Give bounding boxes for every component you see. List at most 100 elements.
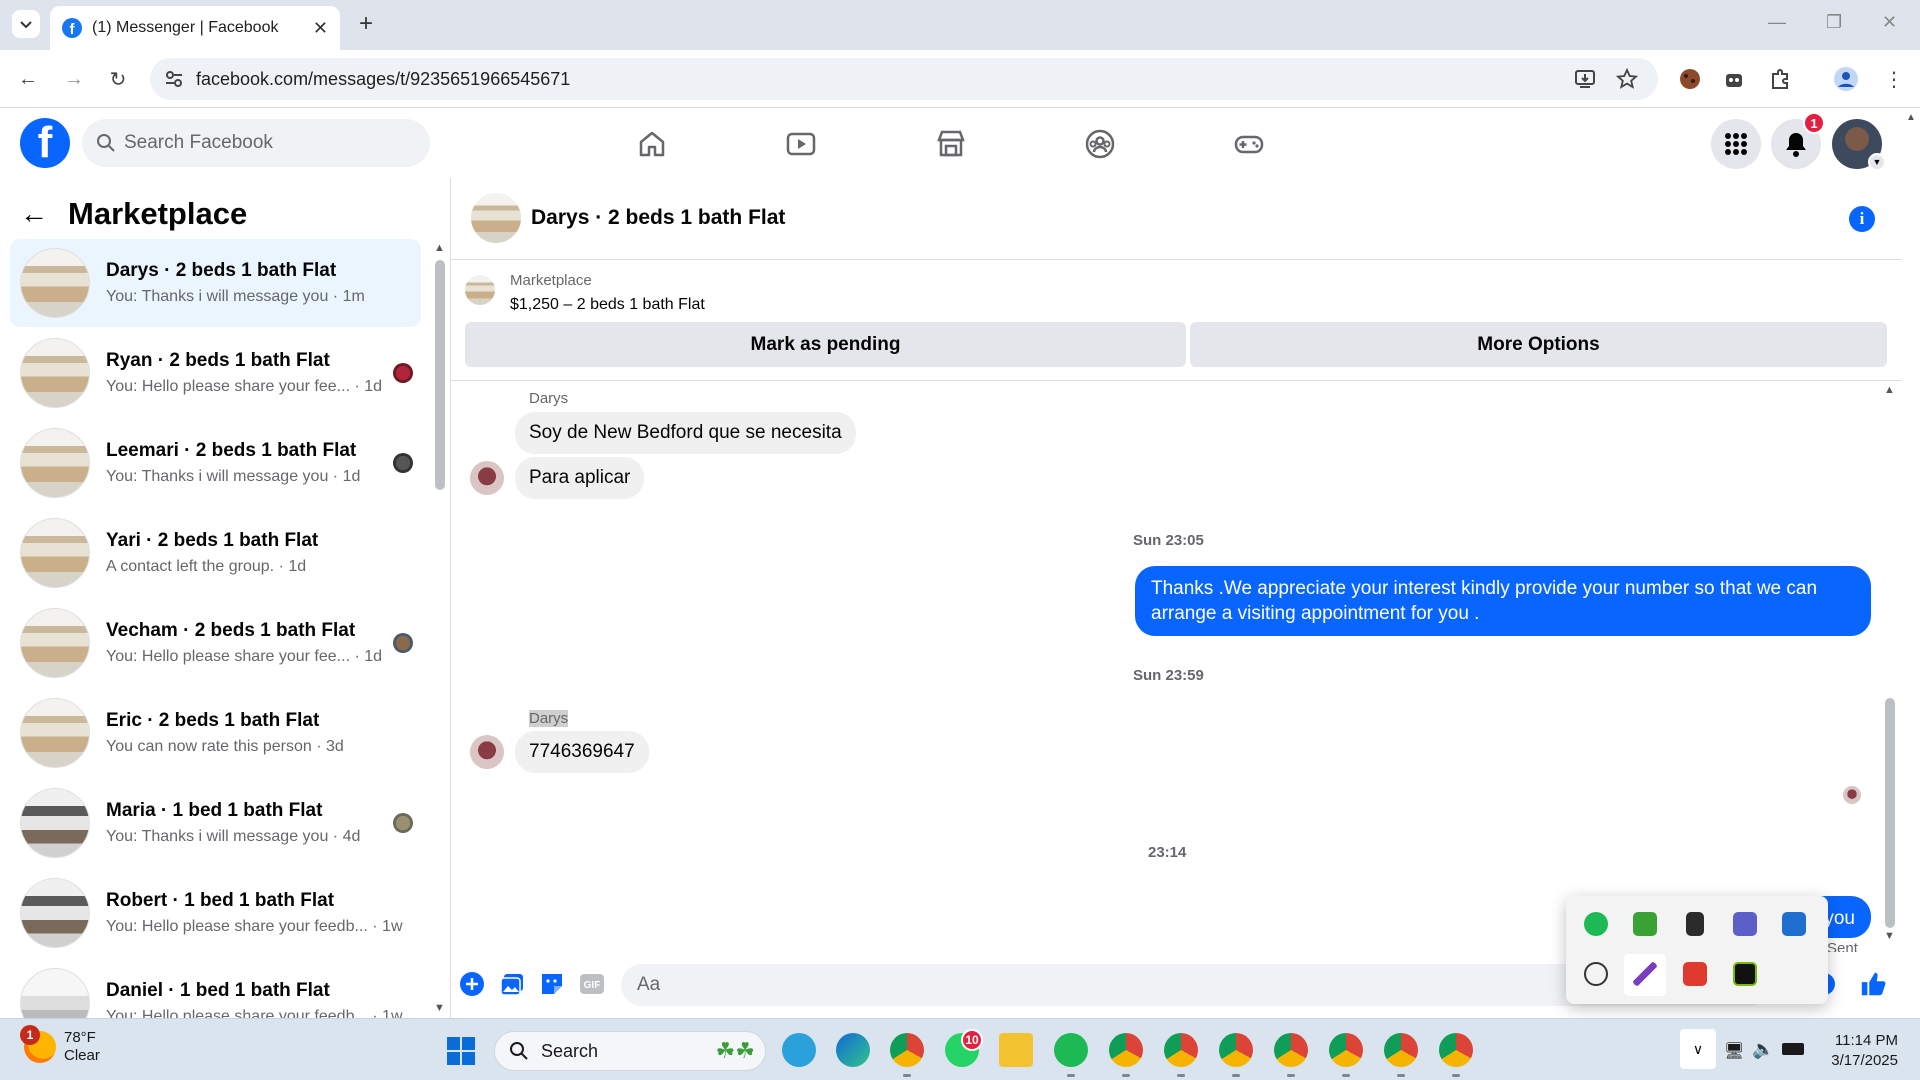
mark-as-pending-button[interactable]: Mark as pending [465,322,1186,367]
add-more-icon[interactable] [458,970,486,998]
conversation-name: Eric · 2 beds 1 bath Flat [106,710,320,731]
chevron-down-icon: ▼ [1868,153,1886,171]
menu-kebab-icon[interactable]: ⋮ [1880,65,1908,93]
network-icon[interactable]: 🖥 [1724,1041,1744,1061]
minimize-icon[interactable]: — [1768,12,1786,33]
message-thread: Darys Soy de New Bedford que se necesita… [451,382,1902,952]
listing-price[interactable]: $1,250 – 2 beds 1 bath Flat [510,296,705,314]
facebook-search-input[interactable] [124,119,414,167]
nav-gaming-icon[interactable] [1227,122,1271,166]
file-explorer-icon[interactable] [999,1033,1033,1067]
conversation-item[interactable]: Robert · 1 bed 1 bath Flat You: Hello pl… [10,869,421,957]
incoming-message[interactable]: Soy de New Bedford que se necesita [515,412,856,454]
listing-thumbnail [20,428,90,498]
new-tab-button[interactable]: + [352,10,380,38]
account-avatar[interactable]: ▼ [1832,119,1886,171]
defender-icon[interactable] [1782,912,1806,936]
chrome-icon[interactable] [1439,1033,1473,1067]
menu-grid-button[interactable] [1711,119,1761,169]
extensions-puzzle-icon[interactable] [1766,65,1794,93]
facebook-search[interactable] [82,119,430,167]
scroll-down-arrow[interactable]: ▼ [434,1002,445,1014]
scroll-up-arrow[interactable]: ▲ [1884,384,1895,396]
info-icon[interactable]: i [1849,206,1875,232]
chat-title[interactable]: Darys · 2 beds 1 bath Flat [531,206,785,230]
robot-extension-icon[interactable] [1720,65,1748,93]
tray-overflow-chevron-icon[interactable]: ∨ [1680,1029,1716,1069]
tab-search-button[interactable] [12,10,40,38]
chrome-icon[interactable] [1329,1033,1363,1067]
gif-icon[interactable]: GIF [578,970,606,998]
nav-home-icon[interactable] [630,122,674,166]
reload-icon[interactable]: ↻ [104,65,132,93]
outgoing-message[interactable]: Thanks .We appreciate your interest kind… [1135,566,1871,636]
facebook-logo-icon[interactable]: f [20,118,70,168]
scroll-down-arrow[interactable]: ▼ [1884,930,1895,942]
seen-avatar [393,633,413,653]
spotify-icon[interactable] [1584,912,1608,936]
site-info-icon[interactable] [164,69,184,89]
panel-header: ← Marketplace [20,194,247,234]
bookmark-star-icon[interactable] [1616,68,1638,90]
spotify-icon[interactable] [1054,1033,1088,1067]
chrome-icon[interactable] [1274,1033,1308,1067]
chrome-icon[interactable] [1164,1033,1198,1067]
cookie-extension-icon[interactable] [1676,65,1704,93]
anydesk-icon[interactable] [1683,962,1707,986]
page-scrollbar[interactable]: ▲ [1902,108,1920,1018]
close-window-icon[interactable]: ✕ [1882,12,1897,33]
pen-icon[interactable] [1633,962,1657,986]
back-arrow-icon[interactable]: ← [20,198,48,230]
scroll-up-arrow[interactable]: ▲ [434,242,445,254]
chat-listing-thumbnail[interactable] [471,193,521,243]
sticker-icon[interactable] [538,970,566,998]
chat-scrollbar[interactable] [1885,698,1895,928]
restore-icon[interactable]: ❐ [1826,12,1842,33]
listing-thumbnail[interactable] [465,275,495,305]
address-bar[interactable]: facebook.com/messages/t/9235651966545671 [150,58,1658,100]
chrome-icon[interactable] [1109,1033,1143,1067]
chrome-profile-icon[interactable] [890,1033,924,1067]
edge-icon[interactable] [836,1033,870,1067]
chrome-icon[interactable] [1384,1033,1418,1067]
close-tab-icon[interactable]: ✕ [313,18,328,39]
timestamp: 23:14 [1148,844,1187,861]
profile-icon[interactable] [1832,65,1860,93]
conversation-item[interactable]: Yari · 2 beds 1 bath Flat A contact left… [10,509,421,597]
conversation-item[interactable]: Ryan · 2 beds 1 bath Flat You: Hello ple… [10,329,421,417]
taskbar-search[interactable]: Search ☘☘ [494,1031,766,1071]
security-check-icon[interactable] [1633,912,1657,936]
weather-widget[interactable]: 1 78°F Clear [20,1025,100,1065]
browser-tab[interactable]: f (1) Messenger | Facebook ✕ [50,6,340,50]
more-options-button[interactable]: More Options [1190,322,1887,367]
battery-icon[interactable] [1782,1043,1804,1055]
chrome-icon[interactable] [1219,1033,1253,1067]
sender-avatar[interactable] [470,461,504,495]
volume-icon[interactable]: 🔈 [1752,1039,1774,1060]
conversation-item[interactable]: Vecham · 2 beds 1 bath Flat You: Hello p… [10,599,421,687]
attach-photo-icon[interactable] [498,970,526,998]
cloud-off-icon[interactable] [1584,962,1608,986]
sender-avatar[interactable] [470,735,504,769]
conversation-item[interactable]: Darys · 2 beds 1 bath Flat You: Thanks i… [10,239,421,327]
conversation-item[interactable]: Eric · 2 beds 1 bath Flat You can now ra… [10,689,421,777]
back-icon[interactable]: ← [14,65,42,93]
nav-video-icon[interactable] [779,122,823,166]
incoming-message[interactable]: 7746369647 [515,731,649,773]
like-thumb-icon[interactable] [1859,970,1887,998]
conversation-list-scrollbar[interactable] [435,260,445,490]
system-clock[interactable]: 11:14 PM 3/17/2025 [1826,1031,1898,1071]
install-app-icon[interactable] [1574,68,1596,90]
teams-icon[interactable] [1733,912,1757,936]
nvidia-icon[interactable] [1733,962,1757,986]
conversation-item[interactable]: Daniel · 1 bed 1 bath Flat You: Hello pl… [10,959,421,1018]
conversation-item[interactable]: Leemari · 2 beds 1 bath Flat You: Thanks… [10,419,421,507]
conversation-item[interactable]: Maria · 1 bed 1 bath Flat You: Thanks i … [10,779,421,867]
incoming-message[interactable]: Para aplicar [515,457,645,499]
windows-start-icon[interactable] [446,1036,476,1066]
nav-groups-icon[interactable] [1078,122,1122,166]
forward-icon[interactable]: → [60,65,88,93]
usb-drive-icon[interactable] [1686,912,1704,936]
telegram-icon[interactable] [782,1033,816,1067]
nav-marketplace-icon[interactable] [929,122,973,166]
